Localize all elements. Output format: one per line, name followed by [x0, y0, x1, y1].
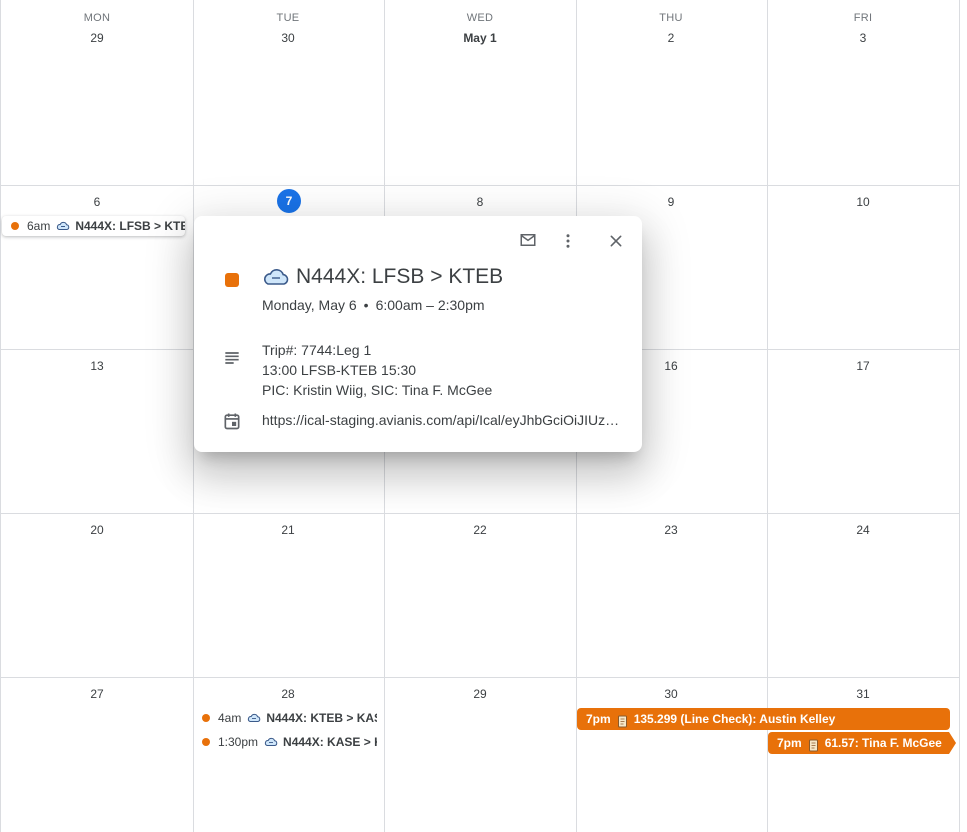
day-number[interactable]: 17	[843, 354, 883, 378]
day-number[interactable]: 28	[268, 682, 308, 706]
close-icon	[610, 235, 622, 247]
grid-line	[0, 677, 960, 678]
event-title: 61.57: Tina F. McGee	[824, 736, 942, 750]
cloud-plane-icon	[262, 267, 290, 287]
day-number[interactable]: 27	[77, 682, 117, 706]
description-line: PIC: Kristin Wiig, SIC: Tina F. McGee	[262, 382, 493, 398]
event-bar-thu30[interactable]: 7pm 135.299 (Line Check): Austin Kelley	[577, 708, 950, 730]
event-description: Trip#: 7744:Leg 1 13:00 LFSB-KTEB 15:30 …	[262, 340, 492, 400]
event-chip-tue28-b[interactable]: 1:30pm N444X: KASE > KTEB	[193, 732, 377, 752]
scroll-icon	[617, 713, 628, 727]
day-number[interactable]: 31	[843, 682, 883, 706]
event-title: N444X: KTEB > KASE	[266, 711, 377, 725]
day-number[interactable]: 30	[651, 682, 691, 706]
weekday-tue: TUE	[276, 12, 300, 24]
event-title: N444X: KASE > KTEB	[283, 735, 377, 749]
calendar-icon	[224, 413, 240, 430]
day-number[interactable]: 6	[77, 190, 117, 214]
event-bar-fri31[interactable]: 7pm 61.57: Tina F. McGee	[768, 732, 949, 754]
day-number[interactable]: 13	[77, 354, 117, 378]
description-line: 13:00 LFSB-KTEB 15:30	[262, 362, 417, 378]
weekday-thu: THU	[659, 12, 683, 24]
event-title: N444X: LFSB > KTEB	[75, 219, 185, 233]
event-datetime: Monday, May 6 • 6:00am – 2:30pm	[262, 297, 485, 313]
close-button[interactable]	[604, 229, 628, 253]
cloud-plane-icon	[264, 737, 278, 747]
email-button[interactable]	[516, 228, 540, 252]
weekday-fri: FRI	[853, 12, 873, 24]
day-number[interactable]: 8	[460, 190, 500, 214]
day-number[interactable]: May 1	[455, 26, 505, 50]
event-time: 6am	[27, 219, 51, 233]
event-color-square	[225, 273, 239, 287]
weekday-mon: MON	[83, 12, 111, 24]
grid-line	[959, 0, 960, 832]
event-date: Monday, May 6	[262, 297, 357, 313]
event-color-dot	[202, 738, 210, 746]
event-title: 135.299 (Line Check): Austin Kelley	[633, 712, 836, 726]
description-icon	[225, 352, 239, 364]
event-chip-mon6[interactable]: 6am N444X: LFSB > KTEB	[2, 216, 185, 236]
day-number[interactable]: 29	[77, 26, 117, 50]
event-time: 4am	[218, 711, 242, 725]
day-number[interactable]: 9	[651, 190, 691, 214]
email-icon	[520, 234, 536, 246]
cloud-plane-icon	[56, 221, 70, 231]
weekday-wed: WED	[466, 12, 494, 24]
event-color-dot	[202, 714, 210, 722]
day-number[interactable]: 30	[268, 26, 308, 50]
event-time: 1:30pm	[218, 735, 259, 749]
grid-line	[0, 185, 960, 186]
event-chip-tue28-a[interactable]: 4am N444X: KTEB > KASE	[193, 708, 377, 728]
day-number-today[interactable]: 7	[277, 189, 301, 213]
event-details-popup: N444X: LFSB > KTEB Monday, May 6 • 6:00am …	[194, 216, 642, 452]
event-time-range: 6:00am – 2:30pm	[375, 297, 485, 313]
more-options-button[interactable]	[556, 229, 580, 253]
description-line: Trip#: 7744:Leg 1	[262, 342, 372, 358]
more-vert-icon	[566, 234, 570, 248]
continues-arrow	[949, 732, 956, 754]
day-number[interactable]: 2	[651, 26, 691, 50]
day-number[interactable]: 3	[843, 26, 883, 50]
calendar-source-link[interactable]: https://ical-staging.avianis.com/api/Ica…	[262, 412, 622, 428]
day-number[interactable]: 10	[843, 190, 883, 214]
day-number[interactable]: 24	[843, 518, 883, 542]
event-color-dot	[11, 222, 19, 230]
event-time: 7pm	[586, 712, 611, 726]
event-title-heading: N444X: LFSB > KTEB	[262, 265, 503, 289]
event-time: 7pm	[777, 736, 802, 750]
day-number[interactable]: 23	[651, 518, 691, 542]
day-number[interactable]: 21	[268, 518, 308, 542]
cloud-plane-icon	[247, 713, 261, 723]
date-separator: •	[363, 297, 369, 313]
grid-line	[0, 0, 1, 832]
day-number[interactable]: 22	[460, 518, 500, 542]
day-number[interactable]: 29	[460, 682, 500, 706]
scroll-icon	[808, 737, 819, 751]
day-number[interactable]: 16	[651, 354, 691, 378]
event-title-text: N444X: LFSB > KTEB	[296, 265, 504, 288]
day-number[interactable]: 20	[77, 518, 117, 542]
grid-line	[0, 513, 960, 514]
